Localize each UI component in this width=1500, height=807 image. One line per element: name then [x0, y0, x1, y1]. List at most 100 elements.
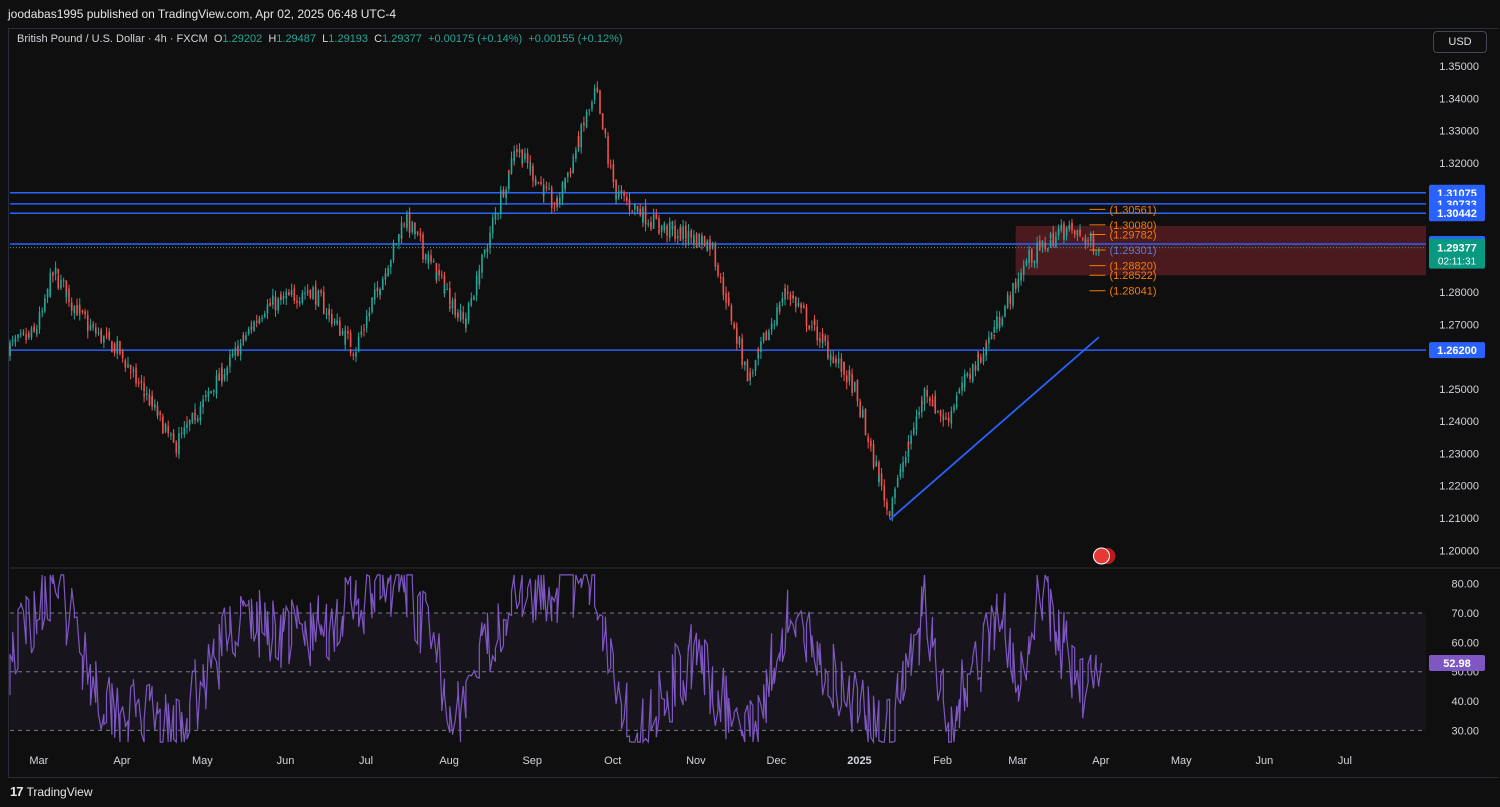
candle-body — [816, 326, 819, 341]
candle-body — [1006, 294, 1009, 297]
candle-body — [272, 295, 274, 304]
candle-body — [593, 88, 596, 96]
candle-body — [250, 326, 253, 330]
candle-body — [580, 124, 583, 148]
candle-body — [341, 331, 344, 335]
candle-body — [811, 326, 813, 328]
candle-body — [475, 275, 478, 296]
candle-body — [794, 297, 797, 308]
candle-body — [22, 333, 25, 335]
candle-body — [202, 399, 204, 408]
candle-body — [1055, 236, 1057, 248]
candle-body — [832, 356, 835, 364]
us-flag-icon[interactable] — [1093, 547, 1110, 565]
candle-body — [862, 409, 864, 418]
candle-body — [915, 416, 918, 430]
candle-body — [403, 224, 406, 226]
candle-body — [843, 361, 845, 375]
currency-button[interactable]: USD — [1433, 31, 1487, 53]
candle-body — [218, 373, 220, 381]
candle-body — [325, 313, 328, 315]
candle-body — [912, 427, 915, 434]
bar-countdown-label: 02:11:31 — [1438, 257, 1477, 268]
candle-body — [156, 410, 159, 415]
candle-body — [499, 190, 502, 209]
candle-body — [231, 353, 234, 356]
candle-body — [644, 206, 647, 225]
candle-body — [776, 307, 778, 326]
candle-body — [993, 334, 996, 336]
candle-body — [349, 349, 352, 353]
candle-body — [170, 434, 172, 436]
candle-body — [1084, 238, 1087, 243]
trendline[interactable] — [889, 336, 1100, 521]
candle-body — [1001, 318, 1004, 325]
candle-body — [658, 229, 660, 234]
candle-body — [365, 316, 368, 327]
candle-body — [97, 332, 100, 334]
price-axis-tick-label: 1.22000 — [1439, 481, 1479, 493]
candle-body — [671, 226, 674, 230]
candle-body — [508, 170, 510, 173]
tradingview-logo-icon: 17 — [10, 784, 24, 799]
candle-body — [178, 433, 180, 448]
candle-body — [454, 298, 456, 316]
candle-body — [11, 340, 14, 342]
candle-body — [328, 309, 330, 314]
price-chart[interactable]: (1.30561)(1.30080)(1.29782)(1.29301)(1.2… — [0, 0, 1500, 807]
candle-body — [977, 354, 979, 358]
level-price-label: 1.30442 — [1437, 208, 1477, 220]
candle-body — [918, 411, 920, 415]
candle-body — [379, 289, 381, 296]
symbol-legend[interactable]: British Pound / U.S. Dollar · 4h · FXCM … — [17, 33, 623, 45]
candle-body — [89, 325, 92, 330]
candle-body — [516, 149, 518, 152]
candle-body — [33, 326, 35, 332]
candle-body — [754, 360, 757, 371]
candle-body — [306, 290, 309, 292]
candle-body — [183, 427, 186, 435]
time-axis-tick-label: Apr — [113, 755, 130, 767]
candle-body — [556, 198, 558, 204]
candle-body — [1076, 230, 1079, 236]
candle-body — [446, 288, 448, 290]
candle-body — [27, 333, 30, 336]
candle-body — [376, 287, 379, 292]
candle-body — [655, 214, 658, 220]
candle-body — [969, 373, 971, 380]
price-axis-tick-label: 1.35000 — [1439, 61, 1479, 73]
candle-body — [617, 191, 620, 198]
candle-body — [419, 233, 422, 236]
candle-body — [1068, 224, 1071, 229]
candle-body — [741, 338, 743, 360]
tradingview-logo[interactable]: 17 TradingView — [10, 784, 93, 799]
candle-body — [352, 354, 355, 356]
candle-body — [859, 401, 861, 417]
candle-body — [988, 337, 990, 344]
candle-body — [768, 330, 770, 341]
candle-body — [891, 503, 894, 517]
candle-body — [1071, 222, 1073, 231]
candle-body — [513, 151, 515, 161]
candle-body — [172, 433, 175, 443]
candle-body — [111, 341, 113, 353]
candle-body — [317, 290, 320, 307]
candle-body — [282, 295, 285, 300]
candle-body — [145, 393, 148, 396]
close-value: 1.29377 — [382, 33, 422, 45]
candle-body — [840, 358, 843, 372]
candle-body — [679, 226, 682, 241]
candle-body — [996, 316, 998, 329]
candle-body — [121, 351, 124, 359]
candle-body — [682, 226, 684, 240]
candle-body — [770, 323, 773, 329]
candle-body — [65, 290, 68, 295]
candle-body — [784, 289, 786, 291]
candle-body — [443, 289, 446, 294]
candle-body — [639, 208, 642, 216]
candle-body — [601, 113, 604, 130]
candle-body — [336, 320, 338, 322]
candle-body — [709, 239, 711, 250]
candle-body — [958, 389, 961, 394]
candle-body — [1081, 237, 1084, 239]
